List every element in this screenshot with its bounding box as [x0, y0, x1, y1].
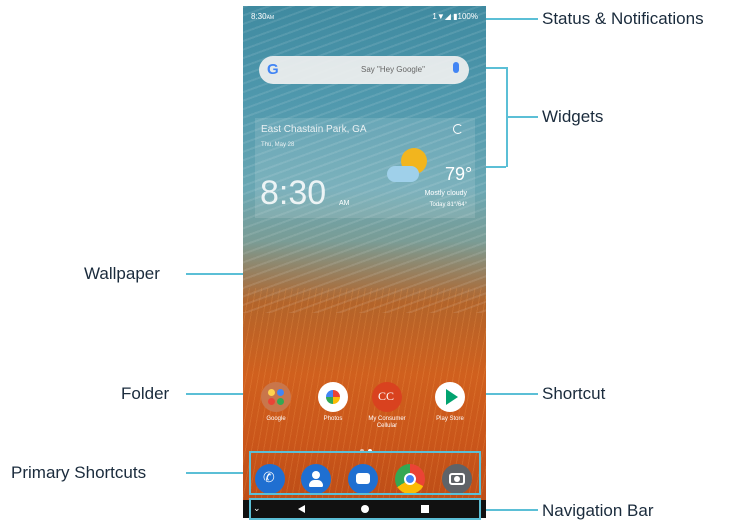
- clock-time: 8:30: [260, 174, 327, 212]
- callout-line-status: [480, 18, 538, 20]
- photos-icon: [318, 382, 348, 412]
- callout-status: Status & Notifications: [542, 9, 704, 28]
- search-placeholder: Say "Hey Google": [361, 65, 425, 74]
- photos-shortcut[interactable]: Photos: [311, 382, 355, 423]
- consumer-cellular-shortcut[interactable]: CC My Consumer Cellular: [365, 382, 409, 430]
- cloud-icon: [387, 166, 419, 182]
- weather-temperature: 79°: [445, 164, 473, 184]
- callout-widgets: Widgets: [542, 107, 604, 126]
- weather-hilo: Today 81°/64°: [429, 202, 468, 208]
- weather-date: Thu, May 28: [261, 142, 295, 148]
- callout-navigation-bar: Navigation Bar: [542, 501, 654, 520]
- callout-line-navigation: [480, 509, 538, 511]
- callout-shortcut: Shortcut: [542, 384, 606, 403]
- mic-icon[interactable]: [453, 62, 459, 73]
- refresh-icon[interactable]: [453, 124, 463, 134]
- weather-condition: Mostly cloudy: [424, 190, 467, 197]
- google-search-bar[interactable]: G Say "Hey Google": [259, 56, 469, 84]
- primary-shortcuts-highlight: [249, 451, 481, 495]
- navigation-bar-highlight: [249, 498, 481, 520]
- status-icons: 1▼◢ ▮100%: [432, 12, 478, 21]
- callout-primary-shortcuts: Primary Shortcuts: [11, 463, 147, 482]
- status-time: 8:30AM: [251, 12, 275, 21]
- play-store-shortcut[interactable]: Play Store: [428, 382, 472, 423]
- status-bar[interactable]: 8:30AM 1▼◢ ▮100%: [243, 10, 486, 24]
- clock-ampm: AM: [339, 200, 350, 207]
- app-label: Photos: [323, 416, 343, 422]
- google-folder[interactable]: Google: [254, 382, 298, 423]
- play-store-icon: [435, 382, 465, 412]
- weather-clock-widget[interactable]: East Chastain Park, GA Thu, May 28 8:30 …: [255, 118, 475, 218]
- weather-location: East Chastain Park, GA: [261, 124, 367, 135]
- callout-line-widgets: [506, 116, 538, 118]
- phone-home-screen: 8:30AM 1▼◢ ▮100% G Say "Hey Google" East…: [243, 6, 486, 518]
- callout-line-primary: [186, 472, 248, 474]
- app-label: Google: [266, 416, 286, 422]
- cc-icon: CC: [372, 382, 402, 412]
- google-folder-icon: [261, 382, 291, 412]
- app-label: My Consumer Cellular: [368, 416, 406, 429]
- callout-folder: Folder: [121, 384, 170, 403]
- google-logo-icon: G: [267, 61, 279, 78]
- app-label: Play Store: [436, 416, 464, 422]
- callout-wallpaper: Wallpaper: [84, 264, 160, 283]
